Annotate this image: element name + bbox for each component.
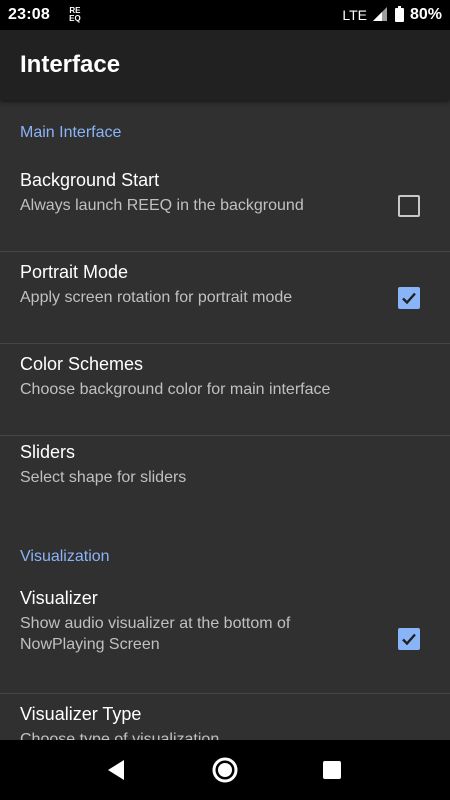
app-bar: Interface xyxy=(0,30,450,100)
home-icon[interactable] xyxy=(195,740,255,800)
battery-percent: 80% xyxy=(409,6,442,23)
setting-summary: Apply screen rotation for portrait mode xyxy=(20,289,293,306)
setting-visualizer-type[interactable]: Visualizer Type Choose type of visualiza… xyxy=(0,694,450,740)
status-bar: 23:08 REEQ LTE 80% xyxy=(0,0,450,30)
setting-color-schemes[interactable]: Color Schemes Choose background color fo… xyxy=(0,344,450,436)
battery-icon xyxy=(394,5,404,25)
settings-list[interactable]: Main Interface Background Start Always l… xyxy=(0,100,450,740)
background-start-checkbox[interactable] xyxy=(398,194,420,217)
visualizer-checkbox[interactable] xyxy=(398,627,420,650)
setting-visualizer[interactable]: Visualizer Show audio visualizer at the … xyxy=(0,584,450,694)
setting-title: Background Start xyxy=(20,170,160,190)
check-icon xyxy=(402,292,416,304)
setting-background-start[interactable]: Background Start Always launch REEQ in t… xyxy=(0,160,450,252)
setting-summary: Show audio visualizer at the bottom of N… xyxy=(20,615,291,653)
setting-title: Visualizer xyxy=(20,588,98,608)
signal-icon xyxy=(372,6,389,24)
page-title: Interface xyxy=(20,51,121,78)
setting-title: Color Schemes xyxy=(20,354,144,374)
setting-summary: Choose type of visualization xyxy=(20,731,220,740)
section-header-main-interface: Main Interface xyxy=(20,124,122,141)
setting-summary: Always launch REEQ in the background xyxy=(20,197,304,214)
network-type: LTE xyxy=(342,7,367,23)
back-icon[interactable] xyxy=(86,740,146,800)
status-time: 23:08 xyxy=(8,6,50,23)
setting-title: Sliders xyxy=(20,442,76,462)
setting-title: Portrait Mode xyxy=(20,262,129,282)
recents-icon[interactable] xyxy=(302,740,362,800)
check-icon xyxy=(402,633,416,645)
app-notification-icon: REEQ xyxy=(69,6,81,23)
section-header-visualization: Visualization xyxy=(20,548,110,565)
setting-title: Visualizer Type xyxy=(20,704,142,724)
setting-summary: Choose background color for main interfa… xyxy=(20,381,331,398)
setting-sliders[interactable]: Sliders Select shape for sliders xyxy=(0,436,450,524)
setting-portrait-mode[interactable]: Portrait Mode Apply screen rotation for … xyxy=(0,252,450,344)
setting-summary: Select shape for sliders xyxy=(20,469,187,486)
navigation-bar xyxy=(0,740,450,800)
portrait-mode-checkbox[interactable] xyxy=(398,286,420,309)
